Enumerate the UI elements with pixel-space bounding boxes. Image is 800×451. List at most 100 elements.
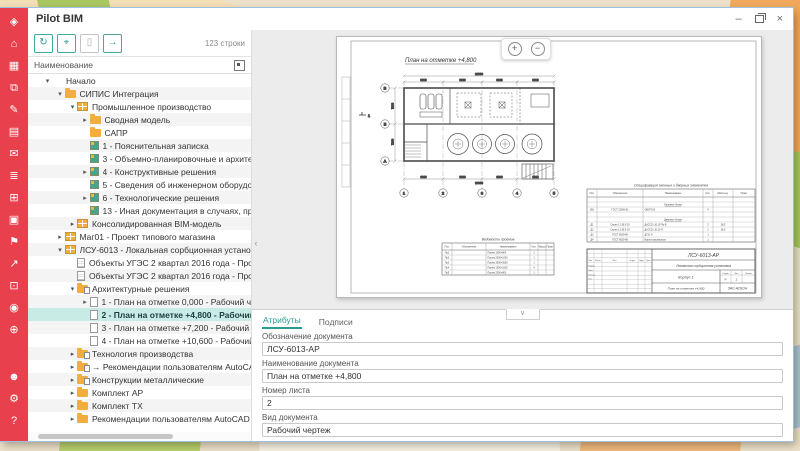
tree-item[interactable]: ▸Комплект АР [28, 386, 251, 399]
expand-arrow-icon[interactable]: ▸ [68, 363, 77, 371]
document-export-icon[interactable]: ↗ [6, 257, 22, 272]
image-gallery-icon[interactable]: ▣ [6, 213, 22, 228]
panel-collapse-handle[interactable]: ‹ [252, 235, 260, 251]
tree-item[interactable]: ▸Конструкции металлические [28, 373, 251, 386]
go-forward-button[interactable]: → [103, 34, 122, 53]
tree-item[interactable]: 2 - План на отметке +4,800 - Рабочий чер… [28, 308, 251, 321]
expand-arrow-icon[interactable]: ▾ [68, 103, 77, 111]
scrollbar-thumb[interactable] [38, 434, 173, 439]
axis-label: В [384, 86, 387, 91]
minimize-button[interactable]: – [735, 14, 741, 24]
expand-arrow-icon[interactable]: ▸ [68, 350, 77, 358]
user-icon[interactable]: ☻ [6, 370, 22, 385]
tree-item[interactable]: ▸1 - План на отметке 0,000 - Рабочий чер… [28, 295, 251, 308]
svg-text:2: 2 [736, 278, 738, 282]
page-icon [90, 297, 98, 307]
attribute-value-input[interactable]: ЛСУ-6013-АР [262, 342, 783, 356]
tree-item[interactable]: САПР [28, 126, 251, 139]
refresh-button[interactable]: ↻ [34, 34, 53, 53]
expand-arrow-icon[interactable]: ▸ [68, 376, 77, 384]
tree-item[interactable]: ▸6 - Технологические решения [28, 191, 251, 204]
tree-item-label: Рекомендации пользователям AutoCAD [92, 414, 250, 424]
catalog-book-icon[interactable]: ≣ [6, 169, 22, 184]
svg-text:Р: Р [724, 278, 726, 282]
projects-grid-icon[interactable]: ▦ [6, 59, 22, 74]
expand-arrow-icon[interactable]: ▾ [56, 246, 65, 254]
expand-arrow-icon[interactable]: ▸ [81, 168, 90, 176]
flag-tool-icon[interactable]: ⚑ [6, 235, 22, 250]
restore-button[interactable] [755, 15, 764, 23]
tree-column-header[interactable]: Наименование [28, 56, 251, 74]
svg-text:1: 1 [533, 252, 535, 255]
expand-arrow-icon[interactable]: ▸ [68, 415, 77, 423]
settings-gear-icon[interactable]: ⚙ [6, 392, 22, 407]
edit-pencil-icon[interactable]: ✎ [6, 103, 22, 118]
collapse-panel-button[interactable]: ∨ [506, 309, 540, 320]
expand-arrow-icon[interactable]: ▾ [43, 77, 52, 85]
tree-item[interactable]: ▸Сводная модель [28, 113, 251, 126]
svg-text:Пр3: Пр3 [445, 262, 450, 265]
document-icon[interactable]: ▤ [6, 125, 22, 140]
expand-arrow-icon[interactable]: ▸ [81, 194, 90, 202]
drawing-viewer[interactable]: ‹ [252, 30, 793, 309]
expand-arrow-icon[interactable]: ▸ [56, 233, 65, 241]
tree-item[interactable]: ▾Промышленное производство [28, 100, 251, 113]
expand-arrow-icon[interactable]: ▸ [68, 402, 77, 410]
tree-item[interactable]: 13 - Иная документация в случаях, предус… [28, 204, 251, 217]
messages-icon[interactable]: ⊡ [6, 279, 22, 294]
attribute-value-input[interactable]: Рабочий чертеж [262, 423, 783, 437]
close-button[interactable]: × [777, 14, 783, 24]
camera-3d-icon[interactable]: ⊕ [6, 323, 22, 338]
tree-item[interactable]: ▸Маг01 - Проект типового магазина [28, 230, 251, 243]
tree-item[interactable]: 4 - План на отметке +10,600 - Рабочий че… [28, 334, 251, 347]
tree-item[interactable]: ▾Архитектурные решения [28, 282, 251, 295]
zoom-out-button[interactable]: − [531, 42, 545, 56]
device-button[interactable]: ▯ [80, 34, 99, 53]
layers-icon[interactable]: ◈ [6, 15, 22, 30]
tab-подписи[interactable]: Подписи [318, 315, 354, 329]
tree-item[interactable]: ▸ Рекомендации пользователям AutoCAD [28, 412, 251, 425]
tab-атрибуты[interactable]: Атрибуты [262, 313, 302, 329]
tree-item[interactable]: Объекты УГЭС 2 квартал 2016 года - Прошу… [28, 256, 251, 269]
tree-item[interactable]: Объекты УГЭС 2 квартал 2016 года - Прошу… [28, 269, 251, 282]
expand-arrow-icon[interactable]: ▸ [81, 298, 90, 306]
tree-item[interactable]: 3 - План на отметке +7,200 - Рабочий чер… [28, 321, 251, 334]
copy-documents-icon[interactable]: ⧉ [6, 81, 22, 96]
tree-item[interactable]: ▾ЛСУ-6013 - Локальная сорбционная устано… [28, 243, 251, 256]
tree-item[interactable]: 5 - Сведения об инженерном оборудовании,… [28, 178, 251, 191]
tree-item[interactable]: ▸Комплект ТХ [28, 399, 251, 412]
tree-item-label: 4 - План на отметке +10,600 - Рабочий че… [102, 336, 252, 346]
tree-item[interactable]: 1 - Пояснительная записка [28, 139, 251, 152]
tree-item-label: 4 - Конструктивные решения [103, 167, 217, 177]
chat-icon[interactable]: ✉ [6, 147, 22, 162]
expand-arrow-icon[interactable]: ▸ [68, 220, 77, 228]
drawing-sheet[interactable]: План на отметке +4,800 [336, 36, 762, 298]
tree-item[interactable]: ▾Начало [28, 74, 251, 87]
filter-icon[interactable] [234, 60, 245, 71]
svg-text:Корпус 1: Корпус 1 [678, 276, 694, 280]
apps-grid-icon[interactable]: ⊞ [6, 191, 22, 206]
attribute-value-input[interactable]: План на отметке +4,800 [262, 369, 783, 383]
attribute-value-input[interactable]: 2 [262, 396, 783, 410]
tree-item[interactable]: ▸Технология производства [28, 347, 251, 360]
svg-text:ОК1: ОК1 [590, 209, 595, 212]
expand-arrow-icon[interactable]: ▾ [56, 90, 65, 98]
folder-badge-icon [77, 376, 88, 384]
expand-arrow-icon[interactable]: ▸ [81, 116, 90, 124]
pin-button[interactable]: ⌖ [57, 34, 76, 53]
help-icon[interactable]: ? [6, 414, 22, 429]
expand-arrow-icon[interactable]: ▾ [68, 285, 77, 293]
tree-item[interactable]: ▸ 4 - Конструктивные решения [28, 165, 251, 178]
location-pin-icon[interactable]: ◉ [6, 301, 22, 316]
svg-text:Пр1: Пр1 [445, 252, 450, 255]
svg-text:Масса ед.: Масса ед. [717, 192, 728, 195]
tree-item[interactable]: ▾СИПИС Интеграция [28, 87, 251, 100]
tree-item[interactable]: ▸Консолидированная BIM-модель [28, 217, 251, 230]
zoom-in-button[interactable]: + [508, 42, 522, 56]
tree-item[interactable]: 3 - Объемно-планировочные и архитектурны… [28, 152, 251, 165]
expand-arrow-icon[interactable]: ▸ [68, 389, 77, 397]
home-search-icon[interactable]: ⌂ [6, 37, 22, 52]
pilot-bim-window: ◈⌂▦⧉✎▤✉≣⊞▣⚑↗⊡◉⊕ ☻⚙? Pilot BIM – × ↻⌖▯→ 1… [0, 8, 793, 441]
tree-horizontal-scrollbar[interactable] [28, 432, 251, 441]
tree-item[interactable]: ▸→ Рекомендации пользователям AutoCAD [28, 360, 251, 373]
